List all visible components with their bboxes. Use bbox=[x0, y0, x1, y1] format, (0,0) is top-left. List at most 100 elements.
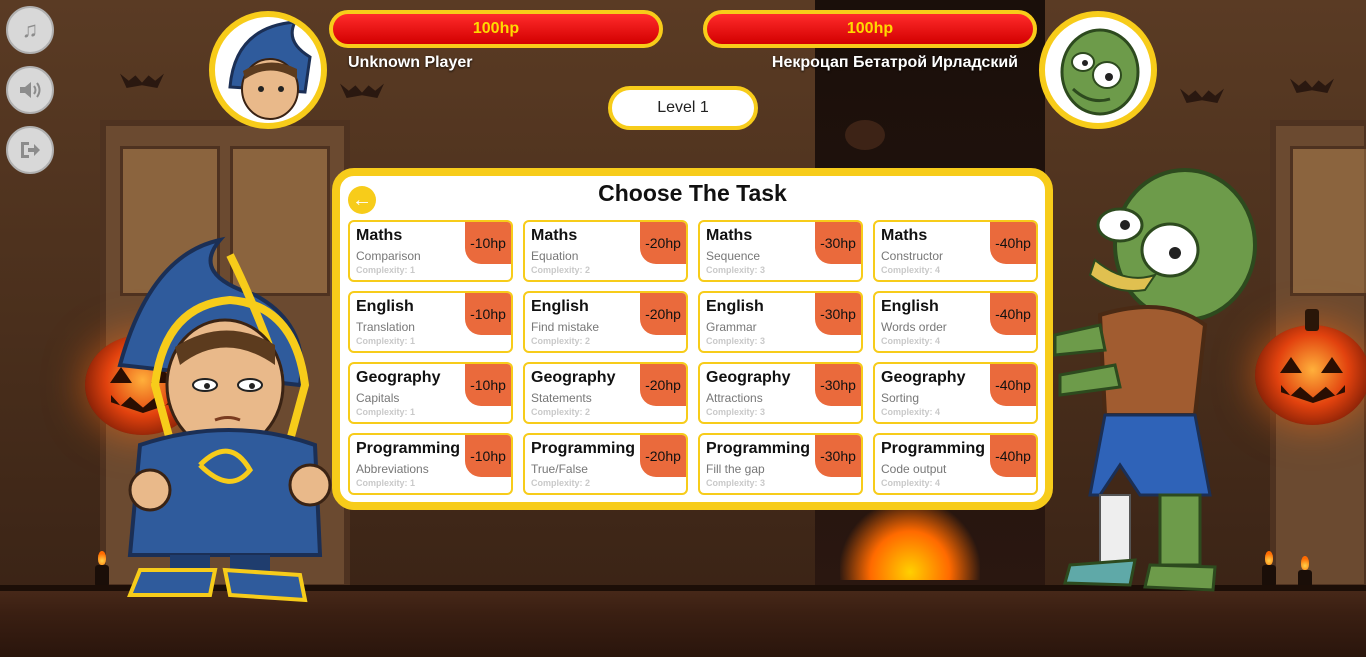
task-cost-badge: -30hp bbox=[815, 364, 861, 406]
task-cost-badge: -20hp bbox=[640, 222, 686, 264]
task-cost-badge: -30hp bbox=[815, 435, 861, 477]
task-subject: Maths bbox=[356, 227, 403, 244]
player-name: Unknown Player bbox=[348, 54, 473, 71]
zombie-character bbox=[1053, 168, 1257, 592]
task-topic: Attractions bbox=[706, 391, 763, 405]
music-note-icon: ♫ bbox=[21, 17, 39, 42]
task-topic: Code output bbox=[881, 462, 947, 476]
task-card[interactable]: Geography Sorting Complexity: 4 -40hp bbox=[873, 362, 1038, 424]
task-cost-badge: -10hp bbox=[465, 222, 511, 264]
task-subject: Maths bbox=[881, 227, 928, 244]
task-subject: Geography bbox=[356, 369, 441, 386]
task-complexity: Complexity: 1 bbox=[356, 478, 416, 488]
task-cost-badge: -20hp bbox=[640, 293, 686, 335]
task-complexity: Complexity: 2 bbox=[531, 478, 591, 488]
task-topic: Abbreviations bbox=[356, 462, 429, 476]
player-avatar bbox=[209, 11, 327, 129]
task-subject: Geography bbox=[531, 369, 616, 386]
task-card[interactable]: English Translation Complexity: 1 -10hp bbox=[348, 291, 513, 353]
task-card[interactable]: Geography Attractions Complexity: 3 -30hp bbox=[698, 362, 863, 424]
level-label: Level 1 bbox=[657, 99, 709, 116]
task-card[interactable]: Maths Comparison Complexity: 1 -10hp bbox=[348, 220, 513, 282]
exit-icon bbox=[21, 142, 40, 158]
task-complexity: Complexity: 1 bbox=[356, 265, 416, 275]
task-topic: True/False bbox=[531, 462, 588, 476]
task-topic: Fill the gap bbox=[706, 462, 765, 476]
task-topic: Find mistake bbox=[531, 320, 600, 334]
panel-title: Choose The Task bbox=[598, 180, 787, 206]
level-indicator: Level 1 bbox=[608, 86, 758, 130]
task-card[interactable]: Maths Constructor Complexity: 4 -40hp bbox=[873, 220, 1038, 282]
task-complexity: Complexity: 4 bbox=[881, 407, 941, 417]
task-topic: Grammar bbox=[706, 320, 757, 334]
task-cost-badge: -40hp bbox=[990, 222, 1036, 264]
task-topic: Comparison bbox=[356, 249, 421, 263]
task-complexity: Complexity: 4 bbox=[881, 478, 941, 488]
task-cost-badge: -30hp bbox=[815, 293, 861, 335]
task-cost-badge: -10hp bbox=[465, 435, 511, 477]
task-subject: Maths bbox=[531, 227, 578, 244]
task-complexity: Complexity: 3 bbox=[706, 265, 766, 275]
task-topic: Sorting bbox=[881, 391, 920, 405]
task-complexity: Complexity: 4 bbox=[881, 336, 941, 346]
task-cost-badge: -20hp bbox=[640, 435, 686, 477]
task-card[interactable]: Maths Sequence Complexity: 3 -30hp bbox=[698, 220, 863, 282]
task-topic: Equation bbox=[531, 249, 579, 263]
task-subject: English bbox=[356, 298, 414, 315]
task-cost-badge: -40hp bbox=[990, 293, 1036, 335]
task-complexity: Complexity: 4 bbox=[881, 265, 941, 275]
task-topic: Capitals bbox=[356, 391, 400, 405]
task-subject: Maths bbox=[706, 227, 753, 244]
task-topic: Constructor bbox=[881, 249, 944, 263]
enemy-name: Некроцап Бетатрой Ирладский bbox=[771, 54, 1018, 71]
task-subject: English bbox=[531, 298, 589, 315]
task-card[interactable]: English Grammar Complexity: 3 -30hp bbox=[698, 291, 863, 353]
enemy-hp-bar: 100hp bbox=[703, 10, 1037, 48]
volume-icon bbox=[20, 82, 41, 98]
task-complexity: Complexity: 3 bbox=[706, 478, 766, 488]
task-complexity: Complexity: 3 bbox=[706, 407, 766, 417]
task-card[interactable]: Maths Equation Complexity: 2 -20hp bbox=[523, 220, 688, 282]
task-card[interactable]: Programming Abbreviations Complexity: 1 -10… bbox=[348, 433, 513, 495]
fireplace-fire bbox=[840, 500, 980, 580]
task-subject: Programming bbox=[706, 440, 811, 457]
task-cost-badge: -40hp bbox=[990, 435, 1036, 477]
enemy-avatar bbox=[1039, 11, 1157, 129]
task-cost-badge: -30hp bbox=[815, 222, 861, 264]
task-cost-badge: -10hp bbox=[465, 293, 511, 335]
task-subject: English bbox=[706, 298, 764, 315]
task-complexity: Complexity: 1 bbox=[356, 336, 416, 346]
task-topic: Statements bbox=[531, 391, 592, 405]
sound-toggle-button[interactable] bbox=[6, 66, 54, 114]
task-complexity: Complexity: 2 bbox=[531, 265, 591, 275]
task-cost-badge: -20hp bbox=[640, 364, 686, 406]
task-subject: Programming bbox=[531, 440, 636, 457]
music-toggle-button[interactable]: ♫ bbox=[6, 6, 54, 54]
wizard-character bbox=[117, 236, 332, 603]
task-subject: Geography bbox=[706, 369, 791, 386]
exit-button[interactable] bbox=[6, 126, 54, 174]
enemy-hp-value: 100hp bbox=[846, 20, 894, 37]
task-card[interactable]: English Find mistake Complexity: 2 -20hp bbox=[523, 291, 688, 353]
task-complexity: Complexity: 2 bbox=[531, 336, 591, 346]
task-subject: Programming bbox=[356, 440, 461, 457]
task-card[interactable]: Geography Statements Complexity: 2 -20hp bbox=[523, 362, 688, 424]
task-complexity: Complexity: 2 bbox=[531, 407, 591, 417]
task-subject: English bbox=[881, 298, 939, 315]
task-card[interactable]: Geography Capitals Complexity: 1 -10hp bbox=[348, 362, 513, 424]
task-complexity: Complexity: 3 bbox=[706, 336, 766, 346]
task-card[interactable]: English Words order Complexity: 4 -40hp bbox=[873, 291, 1038, 353]
task-card[interactable]: Programming True/False Complexity: 2 -20hp bbox=[523, 433, 688, 495]
task-topic: Sequence bbox=[706, 249, 761, 263]
task-card[interactable]: Programming Code output Complexity: 4 -40hp bbox=[873, 433, 1038, 495]
player-hp-bar: 100hp bbox=[329, 10, 663, 48]
player-hp-value: 100hp bbox=[472, 20, 520, 37]
task-subject: Programming bbox=[881, 440, 986, 457]
task-complexity: Complexity: 1 bbox=[356, 407, 416, 417]
task-grid: Maths Comparison Complexity: 1 -10hp Maths Eq… bbox=[348, 220, 1038, 495]
task-card[interactable]: Programming Fill the gap Complexity: 3 -30h… bbox=[698, 433, 863, 495]
task-cost-badge: -40hp bbox=[990, 364, 1036, 406]
task-topic: Words order bbox=[881, 320, 947, 334]
task-subject: Geography bbox=[881, 369, 966, 386]
task-topic: Translation bbox=[356, 320, 415, 334]
